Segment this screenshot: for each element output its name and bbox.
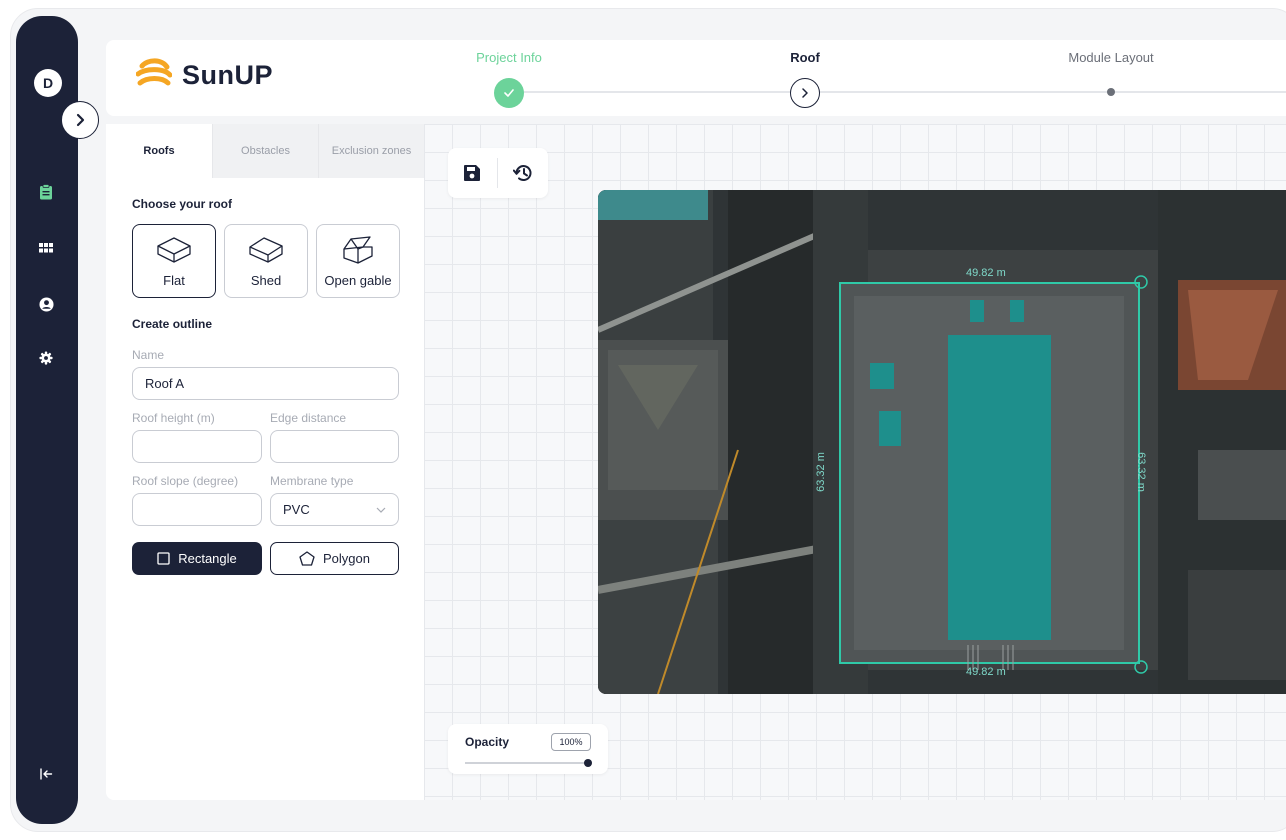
shed-roof-icon (249, 237, 283, 263)
roof-option-label: Shed (250, 273, 282, 288)
roof-slope-label: Roof slope (degree) (132, 474, 239, 488)
roof-height-label: Roof height (m) (132, 411, 215, 425)
square-icon (157, 552, 170, 565)
edge-distance-label: Edge distance (270, 411, 347, 425)
step-label-roof[interactable]: Roof (790, 50, 820, 65)
gear-icon (39, 351, 53, 365)
roof-option-label: Open gable (324, 273, 392, 288)
name-label: Name (132, 348, 165, 362)
roof-slope-input[interactable] (132, 493, 262, 526)
brand-name: SunUP (182, 59, 274, 90)
rectangle-button-label: Rectangle (178, 551, 237, 566)
create-outline-title: Create outline (132, 317, 213, 331)
brand-logo[interactable]: SunUP (136, 58, 273, 92)
clipboard-icon (40, 184, 52, 200)
flat-roof-icon (157, 237, 191, 263)
chevron-right-icon (76, 113, 85, 127)
tab-obstacles[interactable]: Obstacles (213, 124, 319, 178)
aerial-image (598, 190, 1286, 694)
user-icon (38, 296, 54, 312)
satellite-map[interactable]: 49.82 m 49.82 m 63.32 m 63.32 m (598, 190, 1286, 694)
opacity-slider-handle[interactable] (584, 759, 592, 767)
polygon-button[interactable]: Polygon (270, 542, 399, 575)
logout-icon (40, 768, 53, 780)
rail-item-settings[interactable] (36, 348, 56, 368)
polygon-button-label: Polygon (323, 551, 370, 566)
step-done-marker[interactable] (494, 78, 524, 108)
history-button[interactable] (511, 161, 535, 185)
opacity-label: Opacity (465, 735, 510, 749)
grid-icon (39, 243, 53, 253)
rail-item-account[interactable] (36, 294, 56, 314)
opacity-control: Opacity 100% (448, 724, 608, 774)
opacity-slider[interactable] (465, 759, 592, 767)
roof-option-shed[interactable]: Shed (224, 224, 308, 298)
polygon-icon (299, 551, 315, 566)
choose-roof-title: Choose your roof (132, 197, 233, 211)
toolbar-divider (497, 158, 498, 188)
expand-sidebar-button[interactable] (61, 101, 99, 139)
membrane-type-label: Membrane type (270, 474, 354, 488)
save-icon (464, 165, 480, 181)
edge-distance-input[interactable] (270, 430, 399, 463)
panel-tabs: Roofs Obstacles Exclusion zones (106, 124, 424, 178)
canvas-toolbar (448, 148, 548, 198)
dimension-left: 63.32 m (814, 452, 827, 492)
stepper-line (1111, 91, 1286, 93)
gable-roof-icon (343, 236, 373, 264)
dimension-top: 49.82 m (966, 267, 1006, 279)
dimension-right: 63.32 m (1134, 452, 1147, 492)
roof-name-input[interactable]: Roof A (132, 367, 399, 400)
roof-height-input[interactable] (132, 430, 262, 463)
membrane-type-select[interactable]: PVC (270, 493, 399, 526)
rail-item-grid[interactable] (36, 238, 56, 258)
dimension-bottom: 49.82 m (966, 666, 1006, 678)
rail-item-project[interactable] (36, 182, 56, 202)
history-icon (513, 165, 532, 182)
step-upcoming-marker[interactable] (1107, 88, 1115, 96)
check-icon (504, 89, 514, 97)
step-label-module-layout[interactable]: Module Layout (1068, 50, 1153, 65)
opacity-value[interactable]: 100% (551, 733, 591, 751)
step-label-project-info[interactable]: Project Info (476, 50, 542, 65)
roof-option-label: Flat (163, 273, 185, 288)
step-current-marker[interactable] (790, 78, 820, 108)
chevron-right-icon (802, 88, 808, 98)
save-button[interactable] (460, 161, 484, 185)
membrane-type-value: PVC (283, 502, 310, 517)
roof-option-flat[interactable]: Flat (132, 224, 216, 298)
tab-roofs[interactable]: Roofs (106, 124, 213, 178)
nav-rail (16, 16, 78, 824)
avatar[interactable]: D (34, 69, 62, 97)
stepper-line (509, 91, 805, 93)
rectangle-button[interactable]: Rectangle (132, 542, 262, 575)
chevron-down-icon (376, 507, 386, 513)
opacity-slider-fill (465, 762, 588, 764)
stepper-line (805, 91, 1111, 93)
roof-option-open-gable[interactable]: Open gable (316, 224, 400, 298)
logout-button[interactable] (36, 764, 56, 784)
sun-logo-icon (136, 58, 172, 86)
tab-exclusion-zones[interactable]: Exclusion zones (319, 124, 424, 178)
